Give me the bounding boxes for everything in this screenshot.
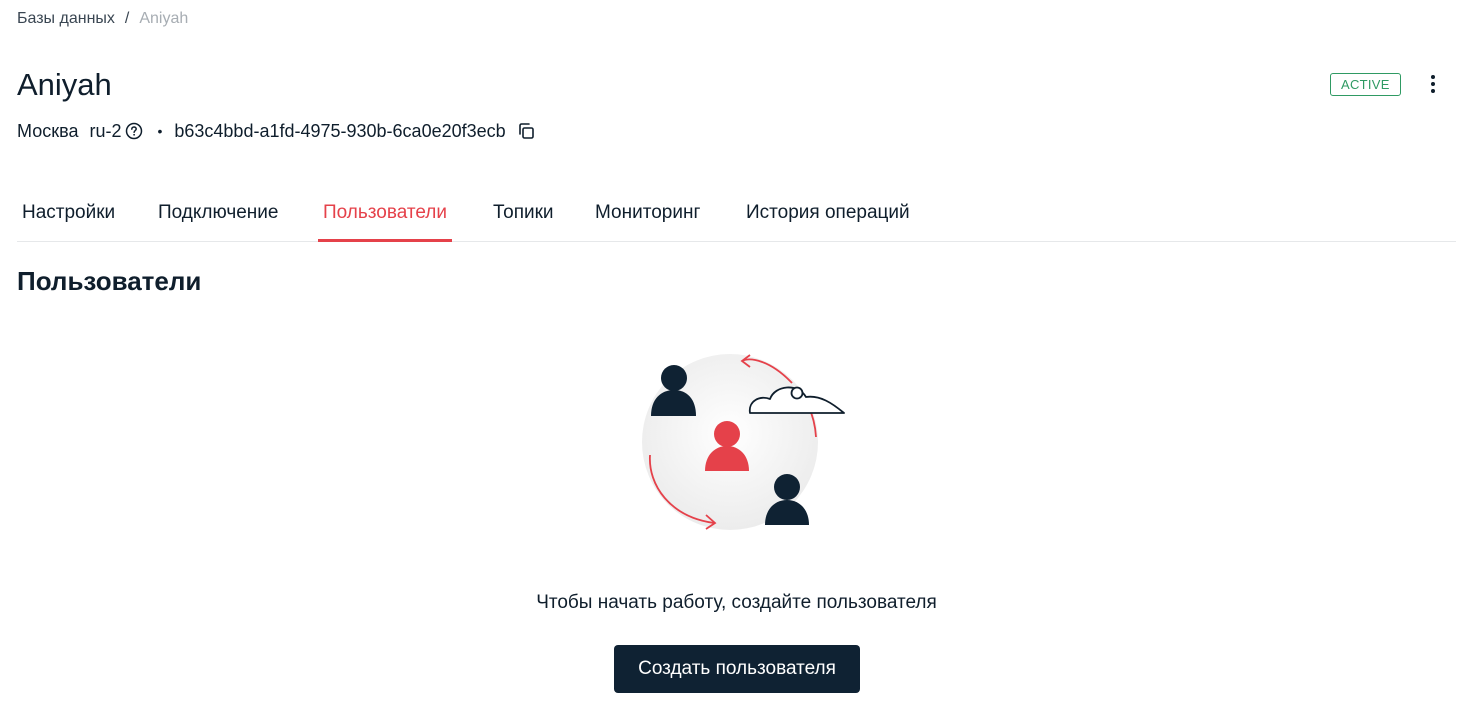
page-title: Aniyah [17, 67, 112, 102]
instance-meta: Москва ru-2 • b63c4bbd-a1fd-4975-930b-6c… [17, 119, 536, 143]
status-badge: ACTIVE [1330, 73, 1401, 96]
users-cloud-illustration [630, 345, 860, 540]
section-title: Пользователи [17, 266, 202, 296]
tab-monitoring[interactable]: Мониторинг [590, 190, 705, 241]
copy-icon[interactable] [516, 121, 536, 141]
tab-connection[interactable]: Подключение [153, 190, 283, 241]
tab-operations-history[interactable]: История операций [741, 190, 915, 241]
question-circle-icon[interactable] [125, 122, 143, 140]
breadcrumb: Базы данных / Aniyah [17, 9, 188, 29]
breadcrumb-databases-link[interactable]: Базы данных [17, 9, 115, 29]
empty-state-text: Чтобы начать работу, создайте пользовате… [536, 592, 937, 613]
create-user-button[interactable]: Создать пользователя [614, 645, 860, 693]
tab-settings[interactable]: Настройки [17, 190, 120, 241]
tab-users[interactable]: Пользователи [318, 190, 453, 242]
more-vertical-icon[interactable] [1422, 72, 1444, 96]
region-label: ru-2 [89, 121, 122, 141]
tab-bar: Настройки Подключение Пользователи Топик… [17, 190, 1456, 242]
city-label: Москва [17, 121, 79, 141]
breadcrumb-current: Aniyah [139, 10, 189, 27]
separator-dot: • [157, 123, 163, 139]
breadcrumb-separator: / [124, 10, 130, 27]
page: Базы данных / Aniyah Aniyah Москва ru-2 … [0, 0, 1473, 710]
instance-id: b63c4bbd-a1fd-4975-930b-6ca0e20f3ecb [174, 121, 506, 141]
tab-topics[interactable]: Топики [488, 190, 559, 241]
